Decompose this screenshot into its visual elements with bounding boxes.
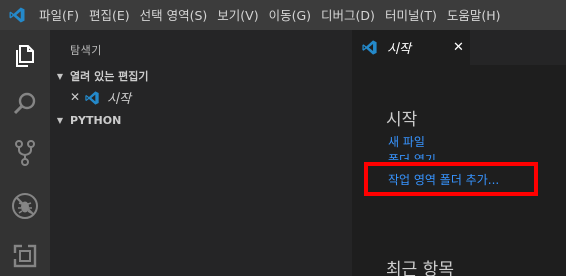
open-editors-header: 열려 있는 편집기 [70, 70, 149, 83]
tab-welcome[interactable]: 시작 ✕ [352, 30, 470, 65]
menu-view[interactable]: 보기(V) [212, 0, 263, 30]
source-control-icon[interactable] [0, 129, 50, 177]
explorer-sidebar: 탐색기 ▼ 열려 있는 편집기 ✕ 시작 ▼ PYTHON [50, 30, 352, 276]
menu-debug[interactable]: 디버그(D) [316, 0, 380, 30]
search-icon[interactable] [0, 80, 50, 128]
chevron-down-icon: ▼ [56, 115, 64, 125]
menu-bar: 파일(F) 편집(E) 선택 영역(S) 보기(V) 이동(G) 디버그(D) … [0, 0, 566, 30]
menu-selection[interactable]: 선택 영역(S) [135, 0, 213, 30]
debug-icon[interactable] [0, 182, 50, 230]
explorer-icon[interactable] [0, 32, 50, 80]
activity-bar [0, 30, 50, 276]
editor-tab-bar: 시작 ✕ [352, 30, 566, 65]
new-file-link[interactable]: 새 파일 [388, 133, 425, 150]
extensions-icon[interactable] [0, 232, 50, 276]
menu-edit[interactable]: 편집(E) [84, 0, 135, 30]
open-editor-item[interactable]: ✕ 시작 [50, 86, 352, 108]
open-editors-section[interactable]: ▼ 열려 있는 편집기 [50, 65, 352, 87]
vscode-logo-icon [0, 0, 34, 30]
python-header: PYTHON [70, 113, 122, 127]
vscode-file-icon [361, 39, 378, 60]
tab-close-icon[interactable]: ✕ [453, 40, 464, 55]
open-editor-label: 시작 [107, 91, 131, 107]
open-folder-link[interactable]: 폴더 열기 [388, 151, 436, 160]
start-heading: 시작 [386, 110, 418, 130]
menu-terminal[interactable]: 터미널(T) [380, 0, 442, 30]
menu-go[interactable]: 이동(G) [264, 0, 316, 30]
close-icon[interactable]: ✕ [70, 90, 80, 104]
chevron-down-icon: ▼ [56, 71, 64, 81]
vscode-file-icon [84, 90, 100, 110]
menu-help[interactable]: 도움말(H) [442, 0, 506, 30]
tab-label: 시작 [387, 42, 411, 57]
sidebar-title: 탐색기 [70, 44, 102, 57]
python-section[interactable]: ▼ PYTHON [50, 109, 352, 131]
menu-file[interactable]: 파일(F) [34, 0, 84, 30]
recent-heading: 최근 항목 [386, 260, 454, 276]
highlight-annotation [364, 162, 538, 196]
